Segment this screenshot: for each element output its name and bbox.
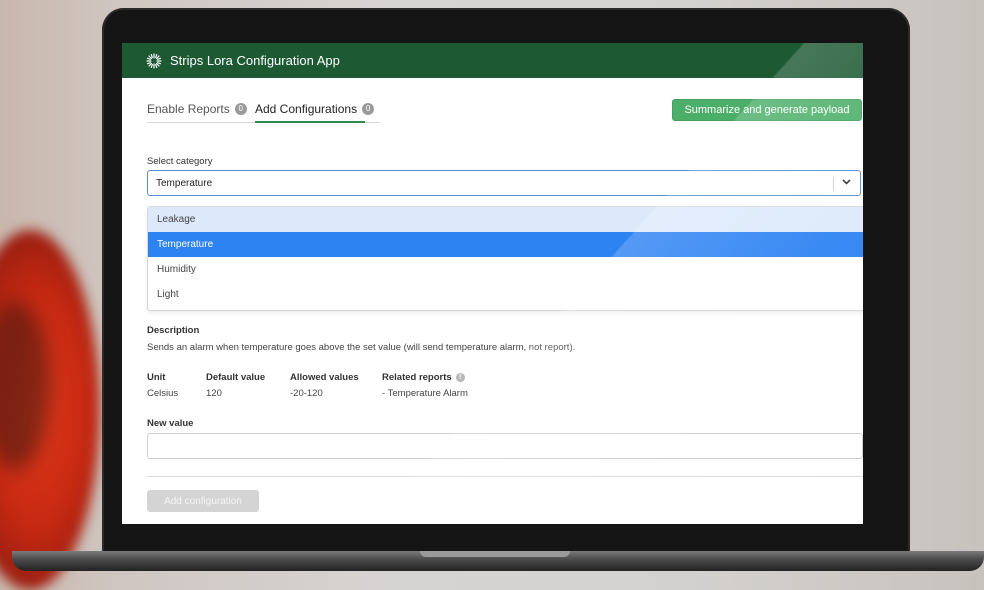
related-reports-value: - Temperature Alarm [382, 388, 468, 399]
summarize-generate-payload-button[interactable]: Summarize and generate payload [672, 99, 862, 121]
tab-count-badge: 0 [362, 103, 375, 115]
app-title: Strips Lora Configuration App [170, 53, 340, 68]
select-separator [833, 177, 834, 191]
category-label: Select category [147, 156, 213, 167]
description-label: Description [147, 325, 200, 336]
option-light[interactable]: Light [148, 282, 863, 307]
laptop-notch [420, 551, 570, 557]
new-value-label: New value [147, 418, 194, 429]
sunburst-logo-icon [146, 52, 162, 69]
tab-add-configurations[interactable]: Add Configurations 0 [255, 102, 375, 116]
tab-enable-reports[interactable]: Enable Reports 0 [147, 102, 247, 116]
active-tab-indicator [255, 121, 365, 123]
option-leakage[interactable]: Leakage [148, 207, 863, 232]
allowed-values-label: Allowed values [290, 372, 359, 383]
tab-label: Add Configurations [255, 102, 358, 116]
add-configuration-button[interactable]: Add configuration [147, 490, 259, 512]
category-dropdown-menu: Leakage Temperature Humidity Light [147, 206, 863, 311]
app-header: Strips Lora Configuration App [122, 43, 863, 78]
chevron-down-icon[interactable] [841, 176, 852, 188]
default-value-label: Default value [206, 372, 266, 383]
description-text: Sends an alarm when temperature goes abo… [147, 342, 576, 353]
option-humidity[interactable]: Humidity [148, 257, 863, 282]
app-window: Strips Lora Configuration App Enable Rep… [122, 43, 863, 524]
allowed-values: -20-120 [290, 388, 323, 399]
new-value-input[interactable] [147, 433, 863, 459]
info-icon[interactable]: ! [455, 373, 465, 382]
tab-label: Enable Reports [147, 102, 230, 116]
related-reports-label: Related reports [382, 372, 452, 383]
default-value: 120 [206, 388, 222, 399]
option-temperature[interactable]: Temperature [148, 232, 863, 257]
unit-value: Celsius [147, 388, 179, 399]
category-select[interactable]: Temperature [147, 170, 861, 196]
related-reports-header: Related reports! [382, 372, 465, 383]
unit-label: Unit [147, 372, 166, 383]
form-divider [147, 476, 863, 477]
category-selected-value: Temperature [156, 177, 213, 189]
tab-count-badge: 0 [234, 103, 247, 115]
